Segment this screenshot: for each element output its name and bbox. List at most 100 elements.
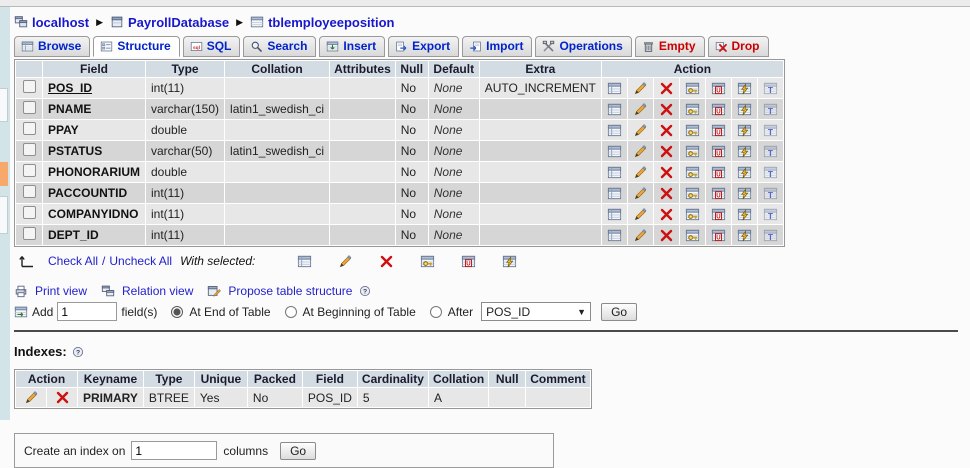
tab-sql[interactable]: sql SQL <box>182 36 241 57</box>
action-change-icon[interactable] <box>633 123 648 138</box>
action-browse-icon[interactable] <box>607 81 622 96</box>
create-index-count-input[interactable] <box>131 441 218 461</box>
action-primary-icon[interactable] <box>685 228 700 243</box>
uncheck-all-link[interactable]: Uncheck All <box>109 254 172 268</box>
action-unique-icon[interactable]: U <box>711 102 726 117</box>
row-checkbox[interactable] <box>22 80 36 93</box>
add-field-go-button[interactable]: Go <box>601 302 638 321</box>
after-field-select[interactable]: POS_ID ▼ <box>481 302 592 321</box>
action-browse-icon[interactable] <box>607 165 622 180</box>
action-unique-icon[interactable]: U <box>711 81 726 96</box>
radio-at-end[interactable] <box>171 305 184 318</box>
row-checkbox[interactable] <box>22 227 36 240</box>
radio-at-beginning[interactable] <box>284 305 297 318</box>
check-all-link[interactable]: Check All <box>48 254 98 268</box>
action-unique-icon[interactable]: U <box>711 207 726 222</box>
with-selected-index-icon[interactable] <box>502 254 517 269</box>
action-browse-icon[interactable] <box>607 102 622 117</box>
action-browse-icon[interactable] <box>607 186 622 201</box>
add-count-input[interactable] <box>57 302 118 321</box>
help-icon[interactable]: ? <box>72 346 84 358</box>
action-unique-icon[interactable]: U <box>711 186 726 201</box>
propose-structure-link[interactable]: Propose table structure <box>228 284 352 298</box>
action-index-icon[interactable] <box>737 186 752 201</box>
tab-operations[interactable]: Operations <box>535 36 632 57</box>
with-selected-drop-icon[interactable] <box>379 254 394 269</box>
action-drop-icon[interactable] <box>659 207 674 222</box>
print-view-link[interactable]: Print view <box>35 284 87 298</box>
relation-view-link[interactable]: Relation view <box>122 284 193 298</box>
row-checkbox[interactable] <box>22 164 36 177</box>
create-index-go-button[interactable]: Go <box>280 441 317 460</box>
action-index-icon[interactable] <box>737 123 752 138</box>
row-checkbox[interactable] <box>22 101 36 114</box>
action-index-icon[interactable] <box>737 144 752 159</box>
action-drop-icon[interactable] <box>659 102 674 117</box>
action-index-icon[interactable] <box>737 165 752 180</box>
action-primary-icon[interactable] <box>685 144 700 159</box>
index-drop-icon[interactable] <box>55 390 70 405</box>
with-selected-primary-icon[interactable] <box>420 254 435 269</box>
breadcrumb-link[interactable]: PayrollDatabase <box>128 15 229 30</box>
radio-at-end-label[interactable]: At End of Table <box>189 305 270 319</box>
action-drop-icon[interactable] <box>659 165 674 180</box>
action-primary-icon[interactable] <box>685 186 700 201</box>
action-browse-icon[interactable] <box>607 228 622 243</box>
action-change-icon[interactable] <box>633 207 648 222</box>
breadcrumb-link[interactable]: localhost <box>32 15 89 30</box>
tab-drop[interactable]: Drop <box>707 36 769 57</box>
action-fulltext-cell: T <box>757 141 783 161</box>
tab-structure[interactable]: Structure <box>93 36 180 57</box>
action-primary-icon[interactable] <box>685 123 700 138</box>
radio-at-beginning-label[interactable]: At Beginning of Table <box>303 305 416 319</box>
action-primary-icon[interactable] <box>685 207 700 222</box>
tab-search[interactable]: Search <box>243 36 317 57</box>
action-browse-icon[interactable] <box>607 123 622 138</box>
with-selected-change-icon[interactable] <box>338 254 353 269</box>
action-drop-icon[interactable] <box>659 123 674 138</box>
help-icon[interactable]: ? <box>359 285 371 297</box>
action-index-icon[interactable] <box>737 228 752 243</box>
action-primary-icon[interactable] <box>685 165 700 180</box>
action-unique-icon[interactable]: U <box>711 165 726 180</box>
action-drop-icon[interactable] <box>659 186 674 201</box>
row-checkbox[interactable] <box>22 143 36 156</box>
action-change-icon[interactable] <box>633 144 648 159</box>
tab-browse[interactable]: Browse <box>14 36 91 57</box>
breadcrumb-link[interactable]: tblemployeeposition <box>268 15 394 30</box>
tab-import[interactable]: Import <box>462 36 533 57</box>
action-drop-icon[interactable] <box>659 81 674 96</box>
action-drop-icon[interactable] <box>659 228 674 243</box>
svg-text:U: U <box>716 108 721 115</box>
action-change-icon[interactable] <box>633 165 648 180</box>
action-unique-icon[interactable]: U <box>711 228 726 243</box>
row-checkbox[interactable] <box>22 206 36 219</box>
action-browse-icon[interactable] <box>607 207 622 222</box>
action-change-icon[interactable] <box>633 186 648 201</box>
action-browse-icon[interactable] <box>607 144 622 159</box>
action-primary-icon[interactable] <box>685 102 700 117</box>
tab-insert[interactable]: Insert <box>319 36 386 57</box>
radio-after[interactable] <box>429 305 442 318</box>
action-primary-icon[interactable] <box>685 81 700 96</box>
with-selected-browse-icon[interactable] <box>297 254 312 269</box>
tab-export[interactable]: Export <box>388 36 460 57</box>
row-checkbox[interactable] <box>22 122 36 135</box>
action-drop-icon[interactable] <box>659 144 674 159</box>
tab-empty[interactable]: Empty <box>634 36 705 57</box>
action-index-icon[interactable] <box>737 207 752 222</box>
action-unique-cell: U <box>705 225 731 245</box>
action-unique-icon[interactable]: U <box>711 123 726 138</box>
row-checkbox[interactable] <box>22 185 36 198</box>
with-selected-unique-icon[interactable]: U <box>461 254 476 269</box>
action-change-icon[interactable] <box>633 102 648 117</box>
index-change-icon[interactable] <box>24 390 39 405</box>
action-unique-icon[interactable]: U <box>711 144 726 159</box>
action-index-icon[interactable] <box>737 81 752 96</box>
action-index-icon[interactable] <box>737 102 752 117</box>
radio-after-label[interactable]: After <box>448 305 473 319</box>
action-primary-cell <box>679 120 705 140</box>
action-change-icon[interactable] <box>633 81 648 96</box>
action-change-icon[interactable] <box>633 228 648 243</box>
field-extra <box>479 225 601 245</box>
